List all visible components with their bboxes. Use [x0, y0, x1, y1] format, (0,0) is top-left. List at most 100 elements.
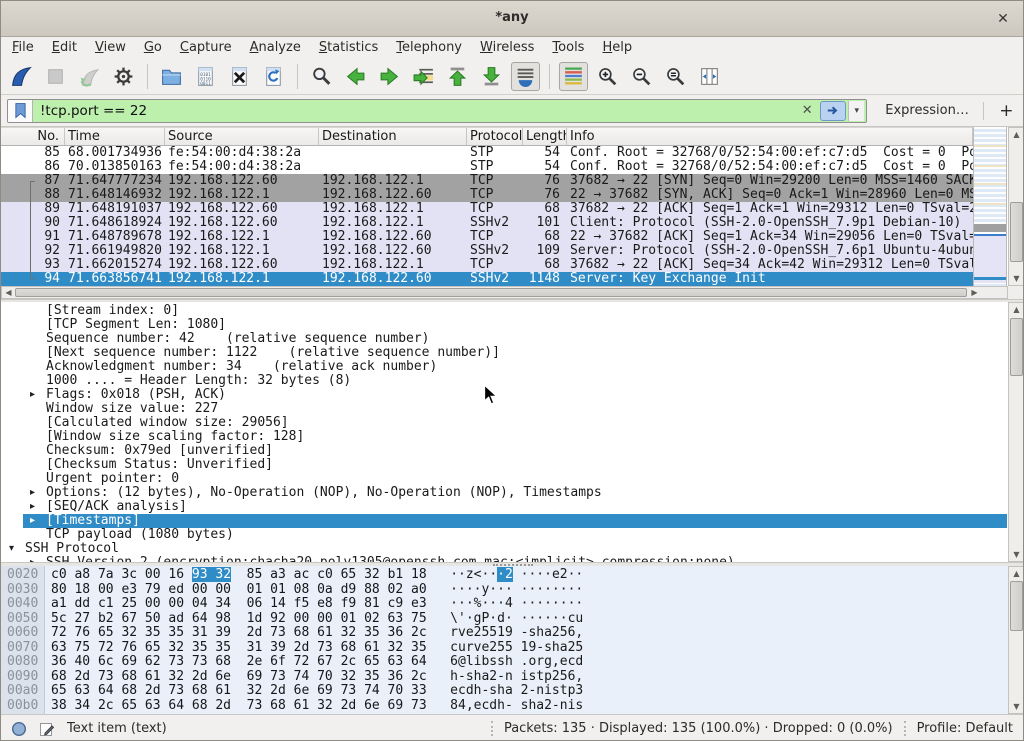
capture-comment-icon[interactable] [39, 720, 56, 737]
hex-row[interactable]: 007063 75 72 76 65 32 35 35 31 39 2d 73 … [1, 641, 1007, 656]
add-filter-button[interactable]: + [996, 101, 1017, 121]
packet-row-90[interactable]: 9071.648618924192.168.122.60192.168.122.… [1, 216, 973, 230]
resize-columns-icon[interactable] [695, 62, 724, 91]
filter-clear-icon[interactable]: ✕ [796, 103, 818, 118]
column-header-destination[interactable]: Destination [319, 128, 467, 145]
status-field-info[interactable]: Text item (text) [67, 721, 167, 736]
detail-line[interactable]: [TCP Segment Len: 1080] [1, 318, 1007, 332]
detail-line[interactable]: [Calculated window size: 29056] [1, 416, 1007, 430]
save-file-icon[interactable]: 010101100011 [191, 62, 220, 91]
packet-list-vscroll-thumb[interactable] [1010, 202, 1023, 262]
hex-row[interactable]: 0040a1 dd c1 25 00 00 04 34 06 14 f5 e8 … [1, 597, 1007, 612]
close-file-icon[interactable] [225, 62, 254, 91]
column-header-length[interactable]: Length [523, 128, 567, 145]
find-packet-icon[interactable] [307, 62, 336, 91]
packet-list-hscroll-thumb[interactable] [15, 288, 967, 297]
hex-row[interactable]: 00b038 34 2c 65 63 64 68 2d 73 68 61 32 … [1, 699, 1007, 714]
expander-right-icon[interactable]: ▸ [30, 500, 35, 514]
column-header-protocol[interactable]: Protocol [467, 128, 523, 145]
hex-row[interactable]: 0020c0 a8 7a 3c 00 16 93 32 85 a3 ac c0 … [1, 568, 1007, 583]
expert-info-icon[interactable] [11, 720, 28, 737]
hex-row[interactable]: 00505c 27 b2 67 50 ad 64 98 1d 92 00 00 … [1, 612, 1007, 627]
title-bar[interactable]: *any ✕ [1, 1, 1023, 37]
zoom-reset-icon[interactable] [661, 62, 690, 91]
menu-item-statistics[interactable]: Statistics [310, 37, 387, 59]
capture-options-icon[interactable] [109, 62, 138, 91]
go-to-packet-icon[interactable] [409, 62, 438, 91]
detail-line[interactable]: [Stream index: 0] [1, 304, 1007, 318]
detail-line[interactable]: Sequence number: 42 (relative sequence n… [1, 332, 1007, 346]
menu-item-tools[interactable]: Tools [543, 37, 593, 59]
go-to-top-icon[interactable] [443, 62, 472, 91]
reload-file-icon[interactable] [259, 62, 288, 91]
go-to-bottom-icon[interactable] [477, 62, 506, 91]
colorize-icon[interactable] [559, 62, 588, 91]
detail-line[interactable]: [Checksum Status: Unverified] [1, 458, 1007, 472]
detail-line[interactable]: Urgent pointer: 0 [1, 472, 1007, 486]
hex-row[interactable]: 008036 40 6c 69 62 73 73 68 2e 6f 72 67 … [1, 655, 1007, 670]
detail-line[interactable]: Window size value: 227 [1, 402, 1007, 416]
column-header-info[interactable]: Info [567, 128, 973, 145]
menu-item-view[interactable]: View [86, 37, 135, 59]
menu-item-analyze[interactable]: Analyze [241, 37, 310, 59]
bytes-vscroll[interactable]: ▲ ▼ [1008, 566, 1023, 714]
packet-row-88[interactable]: 8871.648146932192.168.122.1192.168.122.6… [1, 188, 973, 202]
packet-list-minimap[interactable] [973, 127, 1007, 286]
details-vscroll[interactable]: ▲ ▼ [1008, 302, 1023, 562]
open-file-icon[interactable] [157, 62, 186, 91]
packet-row-87[interactable]: 8771.647777234192.168.122.60192.168.122.… [1, 174, 973, 188]
packet-row-92[interactable]: 9271.661949820192.168.122.1192.168.122.6… [1, 244, 973, 258]
close-icon[interactable]: ✕ [993, 9, 1013, 29]
auto-scroll-icon[interactable] [511, 62, 540, 91]
filter-dropdown-icon[interactable]: ▾ [848, 101, 864, 121]
filter-bookmark-icon[interactable] [8, 100, 33, 122]
menu-item-help[interactable]: Help [593, 37, 641, 59]
detail-line[interactable]: TCP payload (1080 bytes) [1, 528, 1007, 542]
detail-line[interactable]: ▸Options: (12 bytes), No-Operation (NOP)… [1, 486, 1007, 500]
display-filter-input[interactable]: !tcp.port == 22 ✕ ▾ [7, 99, 867, 123]
expander-right-icon[interactable]: ▸ [30, 514, 35, 528]
detail-line[interactable]: [Window size scaling factor: 128] [1, 430, 1007, 444]
packet-row-93[interactable]: 9371.662015274192.168.122.60192.168.122.… [1, 258, 973, 272]
packet-row-89[interactable]: 8971.648191037192.168.122.60192.168.122.… [1, 202, 973, 216]
packet-row-85[interactable]: 8568.001734936fe:54:00:d4:38:2aSTP54Conf… [1, 146, 973, 160]
column-header-source[interactable]: Source [165, 128, 319, 145]
status-profile[interactable]: Profile: Default [917, 721, 1013, 736]
column-header-time[interactable]: Time [65, 128, 165, 145]
packet-list-header[interactable]: No.TimeSourceDestinationProtocolLengthIn… [1, 127, 973, 146]
details-vscroll-thumb[interactable] [1010, 318, 1023, 376]
go-forward-icon[interactable] [375, 62, 404, 91]
menu-item-capture[interactable]: Capture [171, 37, 241, 59]
column-header-no[interactable]: No. [1, 128, 65, 145]
detail-line[interactable]: Acknowledgment number: 34 (relative ack … [1, 360, 1007, 374]
detail-line[interactable]: 1000 .... = Header Length: 32 bytes (8) [1, 374, 1007, 388]
filter-apply-icon[interactable] [820, 101, 846, 121]
hex-row[interactable]: 00a065 63 64 68 2d 73 68 61 32 2d 6e 69 … [1, 684, 1007, 699]
detail-line[interactable]: ▸Flags: 0x018 (PSH, ACK) [1, 388, 1007, 402]
packet-list-vscroll[interactable]: ▲ ▼ [1008, 127, 1024, 286]
menu-item-wireless[interactable]: Wireless [471, 37, 543, 59]
packet-row-86[interactable]: 8670.013850163fe:54:00:d4:38:2aSTP54Conf… [1, 160, 973, 174]
detail-line[interactable]: ▸[Timestamps] [1, 514, 1007, 528]
menu-item-edit[interactable]: Edit [43, 37, 86, 59]
detail-line[interactable]: ▾SSH Protocol [1, 542, 1007, 556]
packet-row-94[interactable]: 9471.663856741192.168.122.1192.168.122.6… [1, 272, 973, 286]
hex-row[interactable]: 003080 18 00 e3 79 ed 00 00 01 01 08 0a … [1, 583, 1007, 598]
bytes-vscroll-thumb[interactable] [1010, 581, 1023, 631]
detail-line[interactable]: [Next sequence number: 1122 (relative se… [1, 346, 1007, 360]
detail-line[interactable]: Checksum: 0x79ed [unverified] [1, 444, 1007, 458]
expander-right-icon[interactable]: ▸ [30, 388, 35, 402]
packet-list-hscroll[interactable]: ◀ ▶ [1, 286, 1008, 299]
menu-item-telephony[interactable]: Telephony [387, 37, 471, 59]
menu-item-file[interactable]: File [3, 37, 43, 59]
expander-down-icon[interactable]: ▾ [9, 542, 14, 556]
menu-item-go[interactable]: Go [135, 37, 171, 59]
detail-line[interactable]: ▸[SEQ/ACK analysis] [1, 500, 1007, 514]
hex-row[interactable]: 006072 76 65 32 35 35 31 39 2d 73 68 61 … [1, 626, 1007, 641]
filter-text[interactable]: !tcp.port == 22 [33, 103, 796, 119]
start-capture-icon[interactable] [7, 62, 36, 91]
packet-row-91[interactable]: 9171.648789678192.168.122.1192.168.122.6… [1, 230, 973, 244]
zoom-in-icon[interactable] [593, 62, 622, 91]
expression-button[interactable]: Expression… [885, 103, 969, 118]
go-back-icon[interactable] [341, 62, 370, 91]
